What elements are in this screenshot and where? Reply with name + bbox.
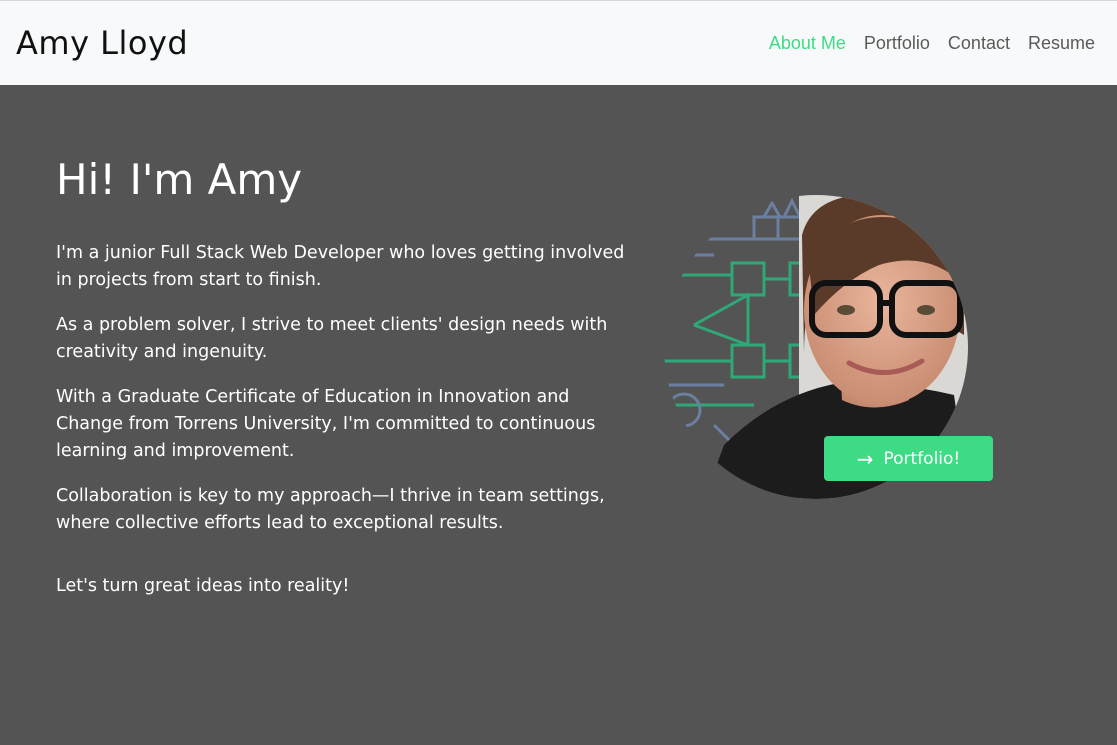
navbar: Amy Lloyd About Me Portfolio Contact Res… — [0, 0, 1117, 85]
hero-section: Hi! I'm Amy I'm a junior Full Stack Web … — [0, 85, 1117, 745]
intro-paragraph-2: As a problem solver, I strive to meet cl… — [56, 315, 608, 362]
intro-paragraph-3: With a Graduate Certificate of Education… — [56, 387, 596, 461]
closing-text: Let's turn great ideas into reality! — [56, 576, 350, 596]
brand-logo[interactable]: Amy Lloyd — [16, 24, 188, 62]
nav-link-contact[interactable]: Contact — [948, 33, 1010, 54]
nav-link-portfolio[interactable]: Portfolio — [864, 33, 930, 54]
intro-text: Hi! I'm Amy I'm a junior Full Stack Web … — [56, 155, 626, 618]
nav-link-resume[interactable]: Resume — [1028, 33, 1095, 54]
intro-paragraph-1: I'm a junior Full Stack Web Developer wh… — [56, 243, 625, 290]
nav-link-about-me[interactable]: About Me — [769, 33, 846, 54]
portfolio-button[interactable]: → Portfolio! — [824, 436, 993, 481]
hero-heading: Hi! I'm Amy — [56, 155, 303, 204]
intro-paragraph-4: Collaboration is key to my approach—I th… — [56, 486, 605, 533]
nav-links: About Me Portfolio Contact Resume — [769, 33, 1095, 54]
arrow-right-icon: → — [856, 446, 874, 471]
portfolio-button-label: Portfolio! — [883, 448, 961, 469]
